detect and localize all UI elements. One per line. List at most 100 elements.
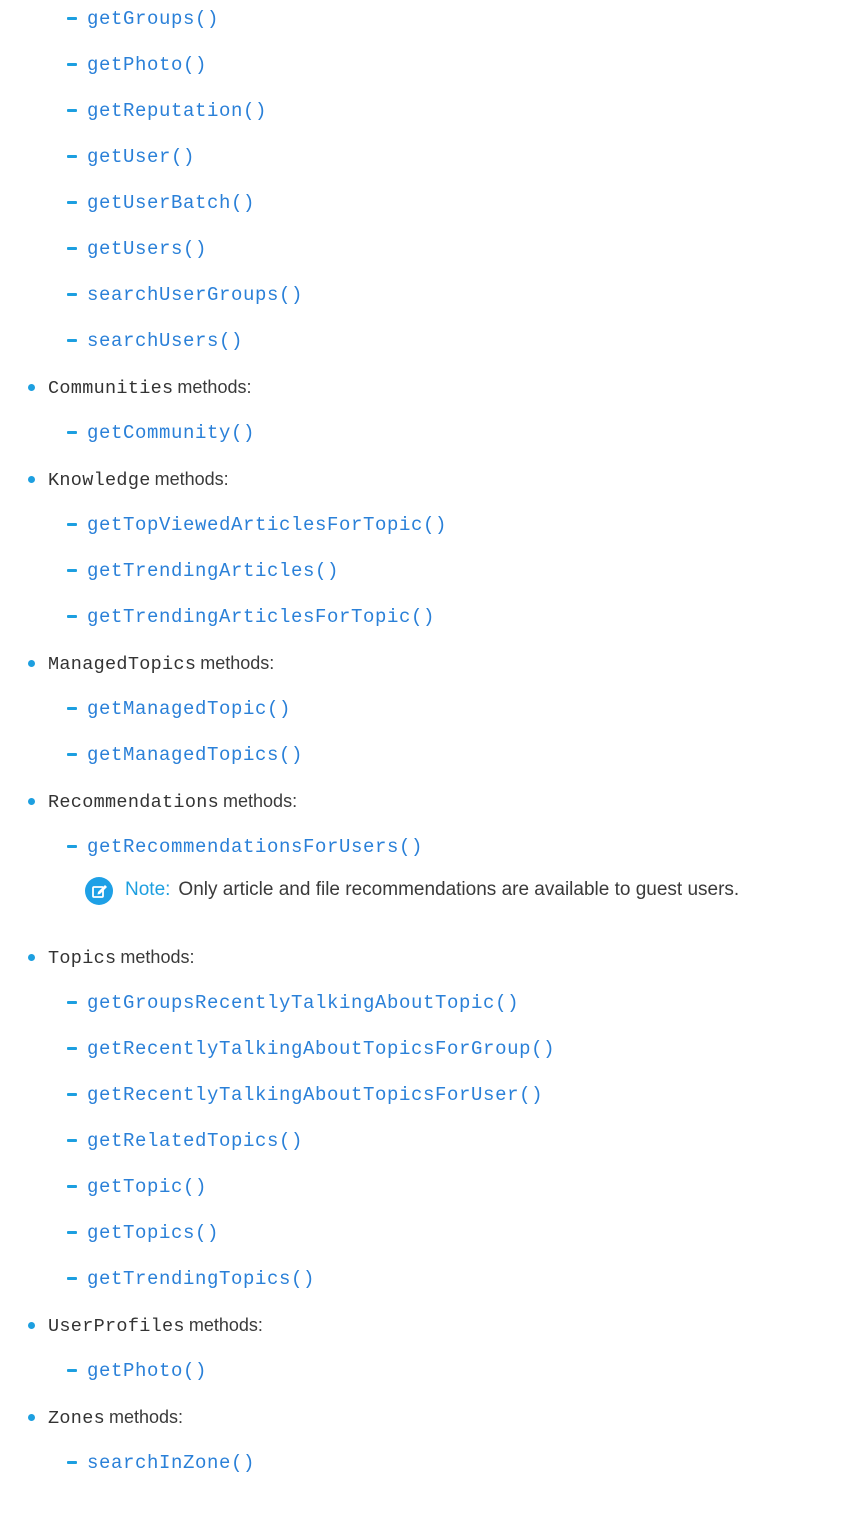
list-item: getPhoto() <box>0 1348 856 1394</box>
class-name: Knowledge <box>48 470 151 491</box>
dash-bullet-icon <box>67 1231 77 1234</box>
dash-bullet-icon <box>67 431 77 434</box>
dash-bullet-icon <box>67 523 77 526</box>
bullet-icon <box>28 476 35 483</box>
method-link-getRecentlyTalkingAboutTopicsForGroup[interactable]: getRecentlyTalkingAboutTopicsForGroup() <box>87 1026 555 1072</box>
dash-bullet-icon <box>67 63 77 66</box>
group-suffix: methods: <box>109 1407 184 1427</box>
class-name: Zones <box>48 1408 106 1429</box>
group-suffix: methods: <box>120 947 195 967</box>
list-item: getGroups() <box>0 0 856 42</box>
list-item: getRelatedTopics() <box>0 1118 856 1164</box>
method-link-getUsers[interactable]: getUsers() <box>87 226 207 272</box>
bullet-icon <box>28 1414 35 1421</box>
list-item: getRecentlyTalkingAboutTopicsForUser() <box>0 1072 856 1118</box>
method-link-getUserBatch[interactable]: getUserBatch() <box>87 180 255 226</box>
users-methods-list: getGroups() getPhoto() getReputation() g… <box>0 0 856 1486</box>
bullet-icon <box>28 954 35 961</box>
group-label: ManagedTopics methods: <box>48 640 274 688</box>
class-name: UserProfiles <box>48 1316 185 1337</box>
group-heading-zones: Zones methods: <box>0 1394 856 1440</box>
list-item: getUsers() <box>0 226 856 272</box>
dash-bullet-icon <box>67 17 77 20</box>
group-suffix: methods: <box>188 1315 263 1335</box>
note-callout: Note: Only article and file recommendatio… <box>0 870 856 934</box>
dash-bullet-icon <box>67 1185 77 1188</box>
group-suffix: methods: <box>177 377 252 397</box>
dash-bullet-icon <box>67 201 77 204</box>
list-item: getManagedTopics() <box>0 732 856 778</box>
dash-bullet-icon <box>67 339 77 342</box>
group-heading-managed-topics: ManagedTopics methods: <box>0 640 856 686</box>
dash-bullet-icon <box>67 569 77 572</box>
class-name: Communities <box>48 378 174 399</box>
method-link-getRelatedTopics[interactable]: getRelatedTopics() <box>87 1118 303 1164</box>
dash-bullet-icon <box>67 753 77 756</box>
group-heading-topics: Topics methods: <box>0 934 856 980</box>
method-link-getUser[interactable]: getUser() <box>87 134 195 180</box>
list-item: getReputation() <box>0 88 856 134</box>
method-link-getTrendingArticlesForTopic[interactable]: getTrendingArticlesForTopic() <box>87 594 435 640</box>
method-link-getTopics[interactable]: getTopics() <box>87 1210 219 1256</box>
method-link-getRecentlyTalkingAboutTopicsForUser[interactable]: getRecentlyTalkingAboutTopicsForUser() <box>87 1072 543 1118</box>
method-link-searchUserGroups[interactable]: searchUserGroups() <box>87 272 303 318</box>
group-suffix: methods: <box>223 791 298 811</box>
method-link-getManagedTopics[interactable]: getManagedTopics() <box>87 732 303 778</box>
group-heading-user-profiles: UserProfiles methods: <box>0 1302 856 1348</box>
list-item: searchInZone() <box>0 1440 856 1486</box>
bullet-icon <box>28 798 35 805</box>
note-edit-icon <box>85 877 113 905</box>
group-heading-communities: Communities methods: <box>0 364 856 410</box>
list-item: getTrendingArticles() <box>0 548 856 594</box>
list-item: searchUsers() <box>0 318 856 364</box>
list-item: getRecommendationsForUsers() <box>0 824 856 870</box>
group-suffix: methods: <box>200 653 275 673</box>
note-label: Note: <box>125 879 171 900</box>
dash-bullet-icon <box>67 845 77 848</box>
group-label: UserProfiles methods: <box>48 1302 263 1350</box>
group-label: Knowledge methods: <box>48 456 229 504</box>
dash-bullet-icon <box>67 1139 77 1142</box>
bullet-icon <box>28 1322 35 1329</box>
bullet-icon <box>28 660 35 667</box>
list-item: getCommunity() <box>0 410 856 456</box>
group-suffix: methods: <box>154 469 229 489</box>
list-item: searchUserGroups() <box>0 272 856 318</box>
list-item: getTopic() <box>0 1164 856 1210</box>
method-link-getTopic[interactable]: getTopic() <box>87 1164 207 1210</box>
list-item: getRecentlyTalkingAboutTopicsForGroup() <box>0 1026 856 1072</box>
group-label: Zones methods: <box>48 1394 183 1442</box>
method-link-getGroupsRecentlyTalkingAboutTopic[interactable]: getGroupsRecentlyTalkingAboutTopic() <box>87 980 519 1026</box>
group-label: Topics methods: <box>48 934 194 982</box>
method-list-document: getGroups() getPhoto() getReputation() g… <box>0 0 856 1490</box>
method-link-getManagedTopic[interactable]: getManagedTopic() <box>87 686 291 732</box>
method-link-getPhoto-userprofiles[interactable]: getPhoto() <box>87 1348 207 1394</box>
method-link-getRecommendationsForUsers[interactable]: getRecommendationsForUsers() <box>87 824 423 870</box>
dash-bullet-icon <box>67 247 77 250</box>
class-name: Recommendations <box>48 792 220 813</box>
class-name: Topics <box>48 948 117 969</box>
dash-bullet-icon <box>67 1001 77 1004</box>
method-link-searchInZone[interactable]: searchInZone() <box>87 1440 255 1486</box>
class-name: ManagedTopics <box>48 654 197 675</box>
dash-bullet-icon <box>67 1369 77 1372</box>
list-item: getTrendingTopics() <box>0 1256 856 1302</box>
list-item: getTrendingArticlesForTopic() <box>0 594 856 640</box>
dash-bullet-icon <box>67 293 77 296</box>
group-heading-recommendations: Recommendations methods: <box>0 778 856 824</box>
method-link-getTrendingArticles[interactable]: getTrendingArticles() <box>87 548 339 594</box>
method-link-getTrendingTopics[interactable]: getTrendingTopics() <box>87 1256 315 1302</box>
method-link-getGroups[interactable]: getGroups() <box>87 0 219 42</box>
dash-bullet-icon <box>67 109 77 112</box>
method-link-getTopViewedArticlesForTopic[interactable]: getTopViewedArticlesForTopic() <box>87 502 447 548</box>
list-item: getTopViewedArticlesForTopic() <box>0 502 856 548</box>
dash-bullet-icon <box>67 1093 77 1096</box>
note-body: Only article and file recommendations ar… <box>178 879 740 900</box>
method-link-getReputation[interactable]: getReputation() <box>87 88 267 134</box>
group-heading-knowledge: Knowledge methods: <box>0 456 856 502</box>
dash-bullet-icon <box>67 1277 77 1280</box>
method-link-getPhoto[interactable]: getPhoto() <box>87 42 207 88</box>
method-link-searchUsers[interactable]: searchUsers() <box>87 318 243 364</box>
list-item: getPhoto() <box>0 42 856 88</box>
method-link-getCommunity[interactable]: getCommunity() <box>87 410 255 456</box>
